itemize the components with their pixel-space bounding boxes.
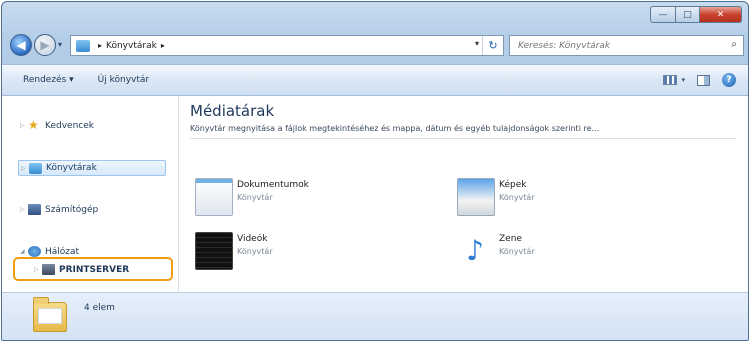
view-dropdown-icon[interactable]: ▾ (681, 76, 685, 84)
videos-icon (195, 232, 233, 270)
computer-icon (28, 204, 41, 215)
breadcrumb-separator-icon[interactable]: ▸ (98, 41, 102, 50)
library-type: Könyvtár (499, 247, 535, 256)
help-icon[interactable]: ? (722, 73, 736, 87)
close-button[interactable]: ✕ (700, 6, 742, 23)
search-icon[interactable]: ⌕ (731, 39, 737, 50)
content-pane: Médiatárak Könyvtár megnyitása a fájlok … (179, 96, 748, 292)
new-library-button[interactable]: Új könyvtár (98, 75, 149, 85)
breadcrumb-libraries[interactable]: Könyvtárak (106, 41, 157, 51)
sidebar-item-label: Hálózat (45, 246, 80, 257)
network-icon (28, 246, 41, 257)
library-type: Könyvtár (237, 247, 273, 256)
expand-arrow-icon[interactable]: ▷ (20, 122, 28, 129)
window-controls: — □ ✕ (650, 6, 742, 23)
divider (190, 138, 736, 139)
breadcrumb-separator-icon[interactable]: ▸ (161, 41, 165, 50)
address-bar[interactable]: ▸ Könyvtárak ▸ ▾ ↻ (70, 35, 504, 56)
library-type: Könyvtár (499, 193, 535, 202)
library-type: Könyvtár (237, 193, 273, 202)
music-icon: ♪ (466, 233, 484, 267)
details-pane: 4 elem (2, 292, 748, 340)
sidebar-item-label: Könyvtárak (46, 163, 97, 173)
sidebar-item-favorites[interactable]: ▷ ★ Kedvencek (20, 118, 94, 132)
search-input[interactable] (516, 39, 720, 52)
minimize-button[interactable]: — (650, 6, 676, 23)
library-name: Képek (499, 180, 527, 190)
preview-pane-icon[interactable] (697, 74, 710, 86)
sidebar-item-label: Kedvencek (45, 120, 94, 131)
expand-arrow-icon[interactable]: ▷ (20, 206, 28, 213)
view-options-icon[interactable] (663, 75, 678, 85)
arrow-left-icon: ◀ (16, 38, 26, 52)
title-bar: — □ ✕ (2, 2, 748, 28)
library-name: Videók (237, 234, 268, 244)
library-icon (76, 39, 90, 52)
item-count: 4 elem (84, 303, 115, 313)
explorer-window: — □ ✕ ◀ ▶ ▾ ▸ Könyvtárak ▸ ▾ ↻ ⌕ Rendezé… (1, 1, 749, 341)
search-box[interactable]: ⌕ (509, 35, 744, 56)
documents-icon (195, 178, 233, 216)
command-bar: Rendezés ▾ Új könyvtár ▾ ? (2, 64, 748, 96)
printserver-highlight (13, 257, 173, 281)
sidebar-item-computer[interactable]: ▷ Számítógép (20, 204, 98, 215)
library-name: Zene (499, 234, 522, 244)
organize-menu[interactable]: Rendezés ▾ (23, 75, 74, 85)
library-tile-documents[interactable]: Dokumentumok Könyvtár (195, 178, 425, 218)
recent-pages-dropdown[interactable]: ▾ (58, 40, 62, 49)
library-name: Dokumentumok (237, 180, 309, 190)
navigation-pane: ▷ ★ Kedvencek ▷ Könyvtárak ▷ Számítógép … (2, 96, 179, 292)
forward-button[interactable]: ▶ (34, 34, 56, 56)
sidebar-item-label: Számítógép (45, 204, 99, 215)
page-subtitle: Könyvtár megnyitása a fájlok megtekintés… (190, 124, 600, 133)
navigation-bar: ◀ ▶ ▾ ▸ Könyvtárak ▸ ▾ ↻ ⌕ (2, 32, 748, 60)
star-icon: ★ (28, 118, 39, 132)
expand-arrow-icon[interactable]: ▷ (21, 165, 29, 172)
collapse-arrow-icon[interactable]: ◢ (20, 248, 28, 255)
library-tile-pictures[interactable]: Képek Könyvtár (457, 178, 687, 218)
arrow-right-icon: ▶ (40, 38, 50, 52)
sidebar-item-network[interactable]: ◢ Hálózat (20, 246, 79, 257)
toolbar-right: ▾ ? (663, 73, 736, 87)
page-title: Médiatárak (190, 102, 275, 120)
back-button[interactable]: ◀ (10, 34, 32, 56)
address-history-dropdown[interactable]: ▾ (475, 39, 479, 48)
maximize-button[interactable]: □ (676, 6, 700, 23)
refresh-button[interactable]: ↻ (482, 36, 503, 55)
library-tile-music[interactable]: ♪ Zene Könyvtár (457, 232, 687, 272)
library-tile-videos[interactable]: Videók Könyvtár (195, 232, 425, 272)
pictures-icon (457, 178, 495, 216)
library-icon (29, 162, 42, 174)
folder-icon (33, 297, 67, 332)
sidebar-item-libraries[interactable]: ▷ Könyvtárak (18, 160, 166, 176)
